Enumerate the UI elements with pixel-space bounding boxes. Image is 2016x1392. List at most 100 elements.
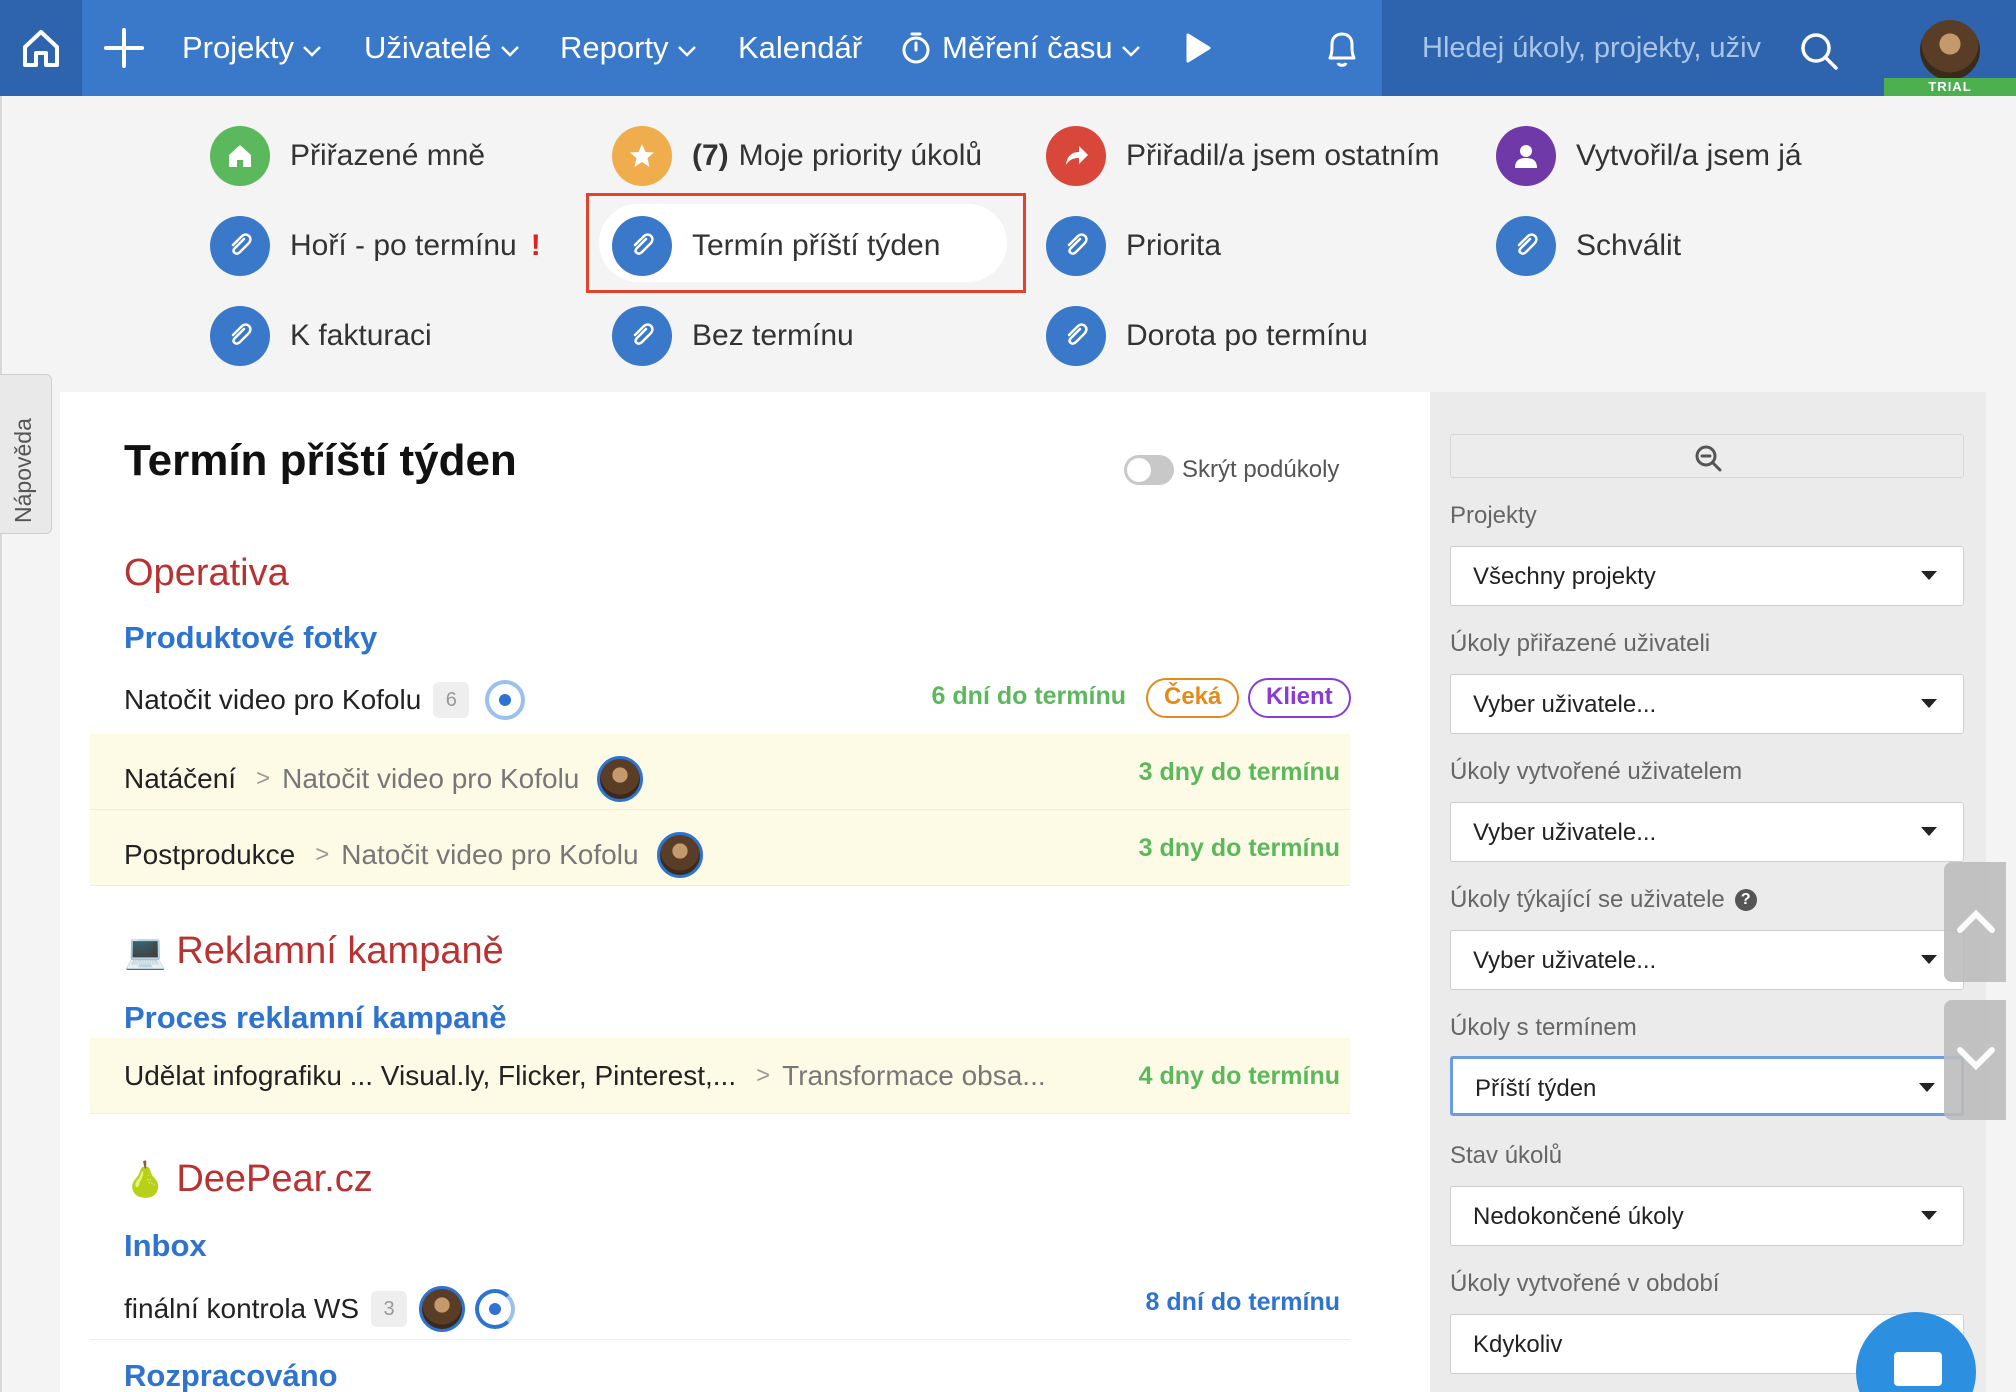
progress-target-icon — [485, 680, 526, 720]
avatar — [419, 1286, 465, 1332]
user-menu[interactable]: TRIAL — [1884, 0, 2016, 96]
filter-label-text: Úkoly týkající se uživatele — [1450, 886, 1725, 913]
paperclip-icon — [1046, 216, 1106, 276]
tag-badge[interactable]: Klient — [1248, 678, 1351, 718]
task-row[interactable]: Postprodukce > Natočit video pro Kofolu 3 … — [90, 810, 1350, 886]
shortcut-label: Schválit — [1576, 229, 1682, 262]
progress-target-icon — [475, 1289, 515, 1329]
task-row[interactable]: finální kontrola WS 3 8 dní do termínu — [90, 1264, 1350, 1340]
shortcut-vytvoril-jsem[interactable]: Vytvořil/a jsem já — [1496, 126, 1802, 186]
task-title: Postprodukce — [124, 839, 296, 870]
play-timer-button[interactable] — [1184, 0, 1212, 96]
shortcut-priorita[interactable]: Priorita — [1046, 216, 1221, 276]
nav-mereni-casu[interactable]: Měření času — [900, 0, 1141, 96]
nav-label: Měření času — [942, 30, 1113, 65]
parent-task[interactable]: Natočit video pro Kofolu — [341, 839, 638, 871]
subtask-count: 3 — [371, 1291, 407, 1327]
project-name: DeePear.cz — [176, 1158, 373, 1200]
select-value: Příští týden — [1475, 1075, 1597, 1102]
shortcut-k-fakturaci[interactable]: K fakturaci — [210, 306, 432, 366]
task-list-panel — [60, 392, 1430, 1392]
filter-due-select[interactable]: Příští týden — [1450, 1056, 1964, 1116]
due-label: 3 dny do termínu — [1138, 758, 1340, 786]
home-button[interactable] — [0, 0, 82, 96]
filter-related-select[interactable]: Vyber uživatele... — [1450, 930, 1964, 990]
group-heading[interactable]: Proces reklamní kampaně — [124, 1000, 507, 1036]
project-name: Reklamní kampaně — [176, 930, 504, 972]
group-heading[interactable]: Rozpracováno — [124, 1358, 338, 1392]
nav-label: Projekty — [182, 30, 294, 65]
global-search — [1382, 0, 1884, 96]
shortcut-bez-terminu[interactable]: Bez termínu — [612, 306, 854, 366]
caret-down-icon — [1921, 1211, 1937, 1220]
filter-assigned-select[interactable]: Vyber uživatele... — [1450, 674, 1964, 734]
notifications-button[interactable] — [1322, 28, 1362, 75]
shortcut-label: Přiřadil/a jsem ostatním — [1126, 139, 1440, 172]
project-heading[interactable]: 💻 Reklamní kampaně — [124, 930, 504, 973]
help-icon[interactable]: ? — [1734, 889, 1757, 911]
pear-icon: 🍐 — [124, 1160, 167, 1199]
project-heading[interactable]: 🍐 DeePear.cz — [124, 1158, 373, 1201]
shortcut-moje-priority[interactable]: (7) Moje priority úkolů — [612, 126, 982, 186]
search-icon[interactable] — [1798, 30, 1840, 77]
shortcut-prirazene-mne[interactable]: Přiřazené mně — [210, 126, 485, 186]
task-row[interactable]: Natočit video pro Kofolu 6 6 dní do termí… — [90, 658, 1351, 734]
shortcut-label: Dorota po termínu — [1126, 319, 1368, 352]
shortcut-schvalit[interactable]: Schválit — [1496, 216, 1681, 276]
shortcut-label: Hoří - po termínu — [290, 229, 517, 262]
filter-projects-select[interactable]: Všechny projekty — [1450, 546, 1964, 606]
nav-kalendar[interactable]: Kalendář — [738, 0, 862, 96]
filter-created-by-select[interactable]: Vyber uživatele... — [1450, 802, 1964, 862]
shortcut-priradil-jsem[interactable]: Přiřadil/a jsem ostatním — [1046, 126, 1439, 186]
project-name: Operativa — [124, 552, 289, 594]
shortcut-label: Přiřazené mně — [290, 139, 486, 172]
add-button[interactable] — [100, 24, 148, 72]
paperclip-icon — [612, 306, 672, 366]
nav-uzivatele[interactable]: Uživatelé — [364, 0, 520, 96]
avatar — [597, 756, 644, 802]
nav-label: Uživatelé — [364, 30, 492, 65]
task-row[interactable]: Natáčení > Natočit video pro Kofolu 3 dny … — [90, 734, 1350, 810]
project-heading[interactable]: Operativa — [124, 552, 289, 595]
task-row[interactable]: Udělat infografiku ... Visual.ly, Flicke… — [90, 1038, 1350, 1114]
select-value: Vyber uživatele... — [1473, 691, 1657, 718]
search-input[interactable] — [1422, 28, 1792, 68]
shortcut-dorota-po-terminu[interactable]: Dorota po termínu — [1046, 306, 1368, 366]
task-title: Natáčení — [124, 763, 237, 794]
status-badge[interactable]: Čeká — [1146, 678, 1240, 718]
select-value: Kdykoliv — [1473, 1331, 1563, 1358]
filter-label: Stav úkolů — [1450, 1142, 1563, 1169]
caret-down-icon — [1921, 827, 1937, 836]
filter-label: Úkoly vytvořené v období — [1450, 1270, 1720, 1297]
group-heading[interactable]: Produktové fotky — [124, 620, 377, 656]
paperclip-icon — [612, 216, 672, 276]
scroll-down-button[interactable] — [1944, 1000, 2006, 1120]
scroll-up-button[interactable] — [1944, 862, 2006, 982]
chevron-right-icon: > — [256, 765, 271, 792]
page-title: Termín příští týden — [124, 436, 517, 485]
hide-subtasks-toggle[interactable] — [1124, 455, 1174, 485]
shortcut-hori-po-terminu[interactable]: Hoří - po termínu! — [210, 216, 541, 276]
filter-status-select[interactable]: Nedokončené úkoly — [1450, 1186, 1964, 1246]
select-value: Vyber uživatele... — [1473, 819, 1657, 846]
shortcut-termin-pristi-tyden[interactable]: Termín příští týden — [612, 216, 940, 276]
select-value: Nedokončené úkoly — [1473, 1203, 1684, 1230]
parent-task[interactable]: Transformace obsa... — [782, 1060, 1046, 1092]
group-heading[interactable]: Inbox — [124, 1228, 207, 1264]
laptop-icon: 💻 — [124, 932, 167, 971]
filter-label: Projekty — [1450, 502, 1537, 529]
help-tab[interactable]: Nápověda — [0, 374, 52, 534]
parent-task[interactable]: Natočit video pro Kofolu — [282, 763, 579, 795]
nav-reporty[interactable]: Reporty — [560, 0, 697, 96]
filter-search-button[interactable] — [1450, 434, 1964, 478]
chevron-up-icon — [1957, 909, 1995, 933]
chevron-right-icon: > — [315, 841, 330, 868]
forward-arrow-icon — [1046, 126, 1106, 186]
plus-icon — [104, 28, 144, 68]
chevron-down-icon — [500, 30, 520, 66]
caret-down-icon — [1919, 1083, 1935, 1092]
due-label: 4 dny do termínu — [1138, 1062, 1340, 1090]
nav-projekty[interactable]: Projekty — [182, 0, 322, 96]
chevron-down-icon — [1957, 1047, 1995, 1071]
stopwatch-icon — [902, 32, 930, 64]
